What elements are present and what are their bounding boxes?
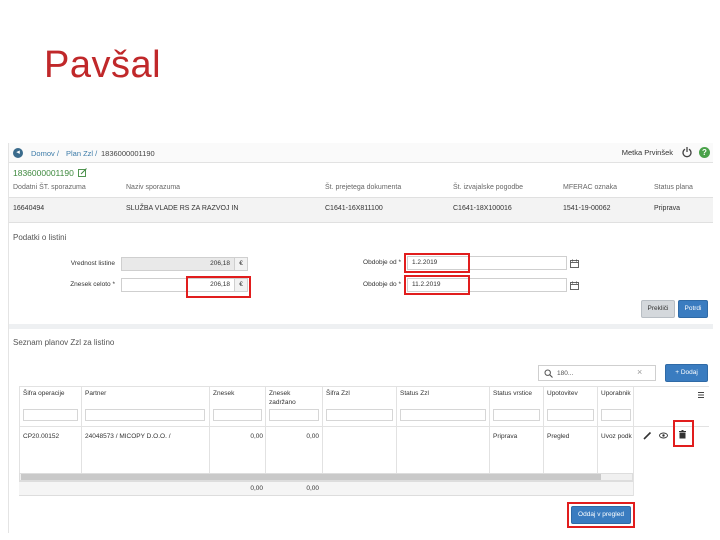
header-value: 1541-19-00062 <box>563 205 611 212</box>
header-label: Naziv sporazuma <box>126 184 181 191</box>
breadcrumb-current: 1836000001190 <box>101 149 155 158</box>
header-value: Priprava <box>654 205 681 212</box>
table-border <box>19 426 709 427</box>
table-border <box>19 386 709 387</box>
cell-user: Uvoz podk <box>601 433 632 440</box>
header-label: Status plana <box>654 184 693 191</box>
amount-label: Znesek celoto * <box>70 281 115 288</box>
value-currency: € <box>235 257 248 271</box>
section-title-plans: Seznam planov Zzl za listino <box>13 338 115 347</box>
header-value: C1641-18X100016 <box>453 205 512 212</box>
edit-icon[interactable] <box>78 168 87 177</box>
cell-operation-code: CP20.00152 <box>23 433 60 440</box>
column-header[interactable]: Znesek <box>213 389 263 398</box>
header-value: C1641-16X811100 <box>325 205 383 212</box>
breadcrumb-bar: ◂ Domov / Plan Zzl / 1836000001190 Metka… <box>9 143 713 163</box>
highlight-submit <box>567 502 635 528</box>
value-label: Vrednost listine <box>70 260 115 267</box>
value-field: 206,18 <box>121 257 235 271</box>
cell-partner: 24048573 / MICOPY D.O.O. / <box>85 433 171 440</box>
column-header[interactable]: Uporabnik <box>601 389 633 398</box>
column-header[interactable]: Šifra operacije <box>23 389 79 398</box>
add-button[interactable]: + Dodaj <box>665 364 708 382</box>
slide-title: Pavšal <box>44 44 162 86</box>
power-icon[interactable] <box>681 146 693 158</box>
column-header[interactable]: Upotovitev <box>547 389 595 398</box>
save-button[interactable]: Potrdi <box>678 300 708 318</box>
calendar-icon[interactable] <box>570 281 579 290</box>
column-header[interactable]: Partner <box>85 389 205 398</box>
cell-retained: 0,00 <box>306 433 319 440</box>
cell-verification: Pregled <box>547 433 570 440</box>
section-title-document-data: Podatki o listini <box>13 233 67 242</box>
highlight-delete <box>673 420 694 447</box>
add-button-label: Dodaj <box>680 369 698 376</box>
column-filter-input[interactable] <box>400 409 486 421</box>
total-retained: 0,00 <box>306 485 319 492</box>
section-divider <box>9 324 713 329</box>
header-label: Št. prejetega dokumenta <box>325 184 402 191</box>
column-header[interactable]: Status Zzl <box>400 389 486 398</box>
app-window: ◂ Domov / Plan Zzl / 1836000001190 Metka… <box>8 143 713 533</box>
period-to-label: Obdobje do * <box>363 281 401 288</box>
highlight-amount <box>186 276 251 298</box>
breadcrumb-home[interactable]: Domov / <box>31 149 59 158</box>
edit-icon[interactable] <box>643 431 652 440</box>
cancel-button[interactable]: Prekliči <box>641 300 675 318</box>
period-from-label: Obdobje od * <box>363 259 401 266</box>
search-value: 180... <box>557 370 574 377</box>
user-name: Metka Prvinšek <box>621 148 673 157</box>
column-header[interactable]: Znesek zadržano <box>269 389 309 407</box>
column-filter-input[interactable] <box>326 409 393 421</box>
column-filter-input[interactable] <box>23 409 78 421</box>
column-menu-icon[interactable] <box>697 391 705 399</box>
back-icon[interactable]: ◂ <box>13 148 23 158</box>
calendar-icon[interactable] <box>570 259 579 268</box>
document-id: 1836000001190 <box>13 168 74 178</box>
column-filter-input[interactable] <box>547 409 594 421</box>
view-icon[interactable] <box>659 431 668 440</box>
header-value: SLUŽBA VLADE RS ZA RAZVOJ IN <box>126 205 239 212</box>
search-icon <box>544 369 553 378</box>
table-border <box>633 386 634 496</box>
cell-row-status: Priprava <box>493 433 518 440</box>
scrollbar-thumb[interactable] <box>21 474 601 480</box>
total-amount: 0,00 <box>250 485 263 492</box>
column-filter-input[interactable] <box>601 409 631 421</box>
header-label: Dodatni ŠT. sporazuma <box>13 184 86 191</box>
column-filter-input[interactable] <box>85 409 205 421</box>
highlight-period-from <box>404 253 470 273</box>
breadcrumb-plan[interactable]: Plan Zzl / <box>66 149 97 158</box>
totals-row <box>19 481 633 496</box>
highlight-period-to <box>404 275 470 295</box>
column-filter-input[interactable] <box>213 409 262 421</box>
header-value: 16640494 <box>13 205 45 212</box>
help-icon[interactable]: ? <box>699 147 710 158</box>
header-label: Št. izvajalske pogodbe <box>453 184 524 191</box>
clear-search-icon[interactable]: × <box>637 367 642 377</box>
header-label: MFERAC oznaka <box>563 184 618 191</box>
column-header[interactable]: Šifra Zzl <box>326 389 392 398</box>
column-filter-input[interactable] <box>493 409 540 421</box>
column-filter-input[interactable] <box>269 409 319 421</box>
cell-amount: 0,00 <box>250 433 263 440</box>
column-header[interactable]: Status vrstice <box>493 389 541 398</box>
